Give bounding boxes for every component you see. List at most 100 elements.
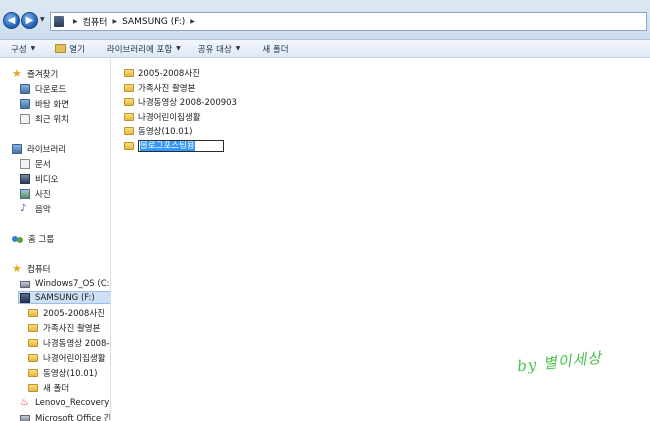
folder-icon bbox=[124, 68, 134, 77]
open-icon bbox=[55, 44, 67, 53]
recent-pages-dropdown-icon[interactable]: ▼ bbox=[40, 17, 46, 23]
list-item[interactable]: 가족사진 촬영본 bbox=[124, 81, 195, 94]
documents-icon bbox=[20, 158, 30, 169]
nav-subfolder-label: 나경어린이집생활 bbox=[43, 353, 106, 364]
nav-downloads-label: 다운로드 bbox=[35, 84, 67, 95]
nav-recent-label: 최근 위치 bbox=[35, 114, 69, 125]
nav-subfolder[interactable]: 나경동영상 2008- bbox=[28, 336, 110, 349]
folder-name: 2005-2008사진 bbox=[138, 68, 200, 79]
forward-button[interactable]: ▶ bbox=[21, 12, 38, 29]
computer-icon: ★ bbox=[12, 261, 22, 275]
include-library-button[interactable]: 라이브러리에 포함 ▼ bbox=[107, 40, 181, 58]
folder-icon bbox=[28, 308, 38, 317]
open-label: 열기 bbox=[69, 44, 85, 55]
list-item-renaming[interactable]: 블로그포스팅용 bbox=[124, 139, 224, 152]
navigation-pane: ★ 즐겨찾기 다운로드 바탕 화면 최근 위치 라이브러리 문서 비디오 사진 … bbox=[0, 59, 111, 421]
folder-icon bbox=[124, 83, 134, 92]
new-folder-label: 새 폴더 bbox=[262, 44, 289, 55]
nav-computer[interactable]: ★ 컴퓨터 bbox=[12, 262, 50, 275]
file-list: 2005-2008사진 가족사진 촬영본 나경동영상 2008-200903 나… bbox=[112, 59, 650, 421]
nav-drive-f-label: SAMSUNG (F:) bbox=[35, 292, 95, 303]
list-item[interactable]: 나경어린이집생활 bbox=[124, 110, 201, 123]
folder-icon bbox=[28, 353, 38, 362]
video-icon bbox=[20, 173, 30, 184]
nav-music[interactable]: ♪ 음악 bbox=[20, 202, 51, 215]
recent-places-icon bbox=[20, 113, 30, 124]
chevron-right-icon[interactable]: ▶ bbox=[112, 18, 117, 25]
usb-drive-icon bbox=[20, 292, 30, 303]
chevron-down-icon: ▼ bbox=[176, 45, 181, 52]
share-button[interactable]: 공유 대상 ▼ bbox=[198, 40, 241, 58]
include-library-label: 라이브러리에 포함 bbox=[106, 44, 173, 55]
address-bar-area: ◀ ▶ ▼ ▶ 컴퓨터 ▶ SAMSUNG (F:) ▶ bbox=[0, 0, 650, 40]
nav-favorites-label: 즐겨찾기 bbox=[27, 69, 59, 80]
organize-button[interactable]: 구성 ▼ bbox=[11, 40, 35, 58]
recovery-icon: ♨ bbox=[20, 396, 29, 408]
back-button[interactable]: ◀ bbox=[3, 12, 20, 29]
star-icon: ★ bbox=[12, 66, 22, 80]
nav-subfolder[interactable]: 나경어린이집생활 bbox=[28, 351, 106, 364]
folder-icon bbox=[28, 383, 38, 392]
nav-videos[interactable]: 비디오 bbox=[20, 172, 58, 185]
nav-downloads[interactable]: 다운로드 bbox=[20, 82, 66, 95]
nav-recovery-drive[interactable]: ♨ Lenovo_Recovery (C bbox=[20, 396, 110, 409]
folder-name: 나경동영상 2008-200903 bbox=[138, 97, 237, 108]
chevron-down-icon: ▼ bbox=[30, 45, 36, 52]
folder-icon bbox=[124, 126, 134, 135]
nav-drive-c[interactable]: Windows7_OS (C:) bbox=[20, 277, 111, 290]
new-folder-button[interactable]: 새 폴더 bbox=[262, 40, 288, 58]
nav-subfolder[interactable]: 동영상(10.01) bbox=[28, 366, 97, 379]
folder-name: 가족사진 촬영본 bbox=[138, 83, 196, 94]
music-note-icon: ♪ bbox=[20, 202, 27, 214]
breadcrumb-drive[interactable]: SAMSUNG (F:) bbox=[122, 17, 185, 27]
nav-subfolder-label: 새 폴더 bbox=[43, 383, 70, 394]
nav-desktop[interactable]: 바탕 화면 bbox=[20, 97, 69, 110]
nav-drive-c-label: Windows7_OS (C:) bbox=[35, 278, 111, 289]
folder-name: 동영상(10.01) bbox=[138, 126, 193, 137]
list-item[interactable]: 나경동영상 2008-200903 bbox=[124, 95, 237, 108]
chevron-right-icon[interactable]: ▶ bbox=[190, 18, 195, 25]
breadcrumb[interactable]: ▶ 컴퓨터 ▶ SAMSUNG (F:) ▶ bbox=[50, 12, 647, 31]
rename-input[interactable]: 블로그포스팅용 bbox=[138, 139, 224, 152]
hard-drive-icon bbox=[20, 415, 30, 421]
nav-desktop-label: 바탕 화면 bbox=[35, 99, 69, 110]
nav-music-label: 음악 bbox=[35, 204, 51, 215]
nav-subfolder-label: 나경동영상 2008- bbox=[43, 338, 110, 349]
nav-homegroup[interactable]: 홈 그룹 bbox=[12, 232, 54, 245]
watermark: by 별이세상 bbox=[516, 348, 603, 376]
nav-videos-label: 비디오 bbox=[35, 174, 59, 185]
breadcrumb-computer[interactable]: 컴퓨터 bbox=[83, 15, 108, 28]
nav-subfolder-label: 가족사진 촬영본 bbox=[43, 323, 101, 334]
folder-name: 나경어린이집생활 bbox=[138, 112, 201, 123]
nav-documents[interactable]: 문서 bbox=[20, 157, 51, 170]
nav-pictures[interactable]: 사진 bbox=[20, 187, 51, 200]
nav-favorites[interactable]: ★ 즐겨찾기 bbox=[12, 67, 58, 80]
folder-icon bbox=[124, 141, 134, 150]
nav-recent[interactable]: 최근 위치 bbox=[20, 112, 69, 125]
chevron-right-icon[interactable]: ▶ bbox=[73, 18, 78, 25]
command-bar: 구성 ▼ 열기 라이브러리에 포함 ▼ 공유 대상 ▼ 새 폴더 bbox=[0, 40, 650, 58]
drive-icon bbox=[54, 16, 64, 27]
nav-drive-f[interactable]: SAMSUNG (F:) bbox=[18, 291, 110, 304]
nav-documents-label: 문서 bbox=[35, 159, 51, 170]
nav-subfolder[interactable]: 2005-2008사진 bbox=[28, 306, 105, 319]
list-item[interactable]: 동영상(10.01) bbox=[124, 124, 192, 137]
folder-icon bbox=[124, 112, 134, 121]
nav-subfolder[interactable]: 가족사진 촬영본 bbox=[28, 321, 100, 334]
rename-text: 블로그포스팅용 bbox=[140, 140, 195, 151]
nav-libraries[interactable]: 라이브러리 bbox=[12, 142, 66, 155]
list-item[interactable]: 2005-2008사진 bbox=[124, 66, 200, 79]
nav-office-drive[interactable]: Microsoft Office 간 bbox=[20, 411, 111, 421]
nav-pictures-label: 사진 bbox=[35, 189, 51, 200]
folder-icon bbox=[28, 338, 38, 347]
folder-icon bbox=[28, 368, 38, 377]
nav-office-label: Microsoft Office 간 bbox=[35, 413, 111, 421]
homegroup-icon bbox=[12, 234, 23, 244]
library-icon bbox=[12, 143, 22, 154]
open-button[interactable]: 열기 bbox=[55, 40, 85, 58]
nav-subfolder[interactable]: 새 폴더 bbox=[28, 381, 69, 394]
folder-icon bbox=[28, 323, 38, 332]
nav-homegroup-label: 홈 그룹 bbox=[28, 234, 55, 245]
nav-computer-label: 컴퓨터 bbox=[27, 264, 51, 275]
pictures-icon bbox=[20, 188, 30, 199]
